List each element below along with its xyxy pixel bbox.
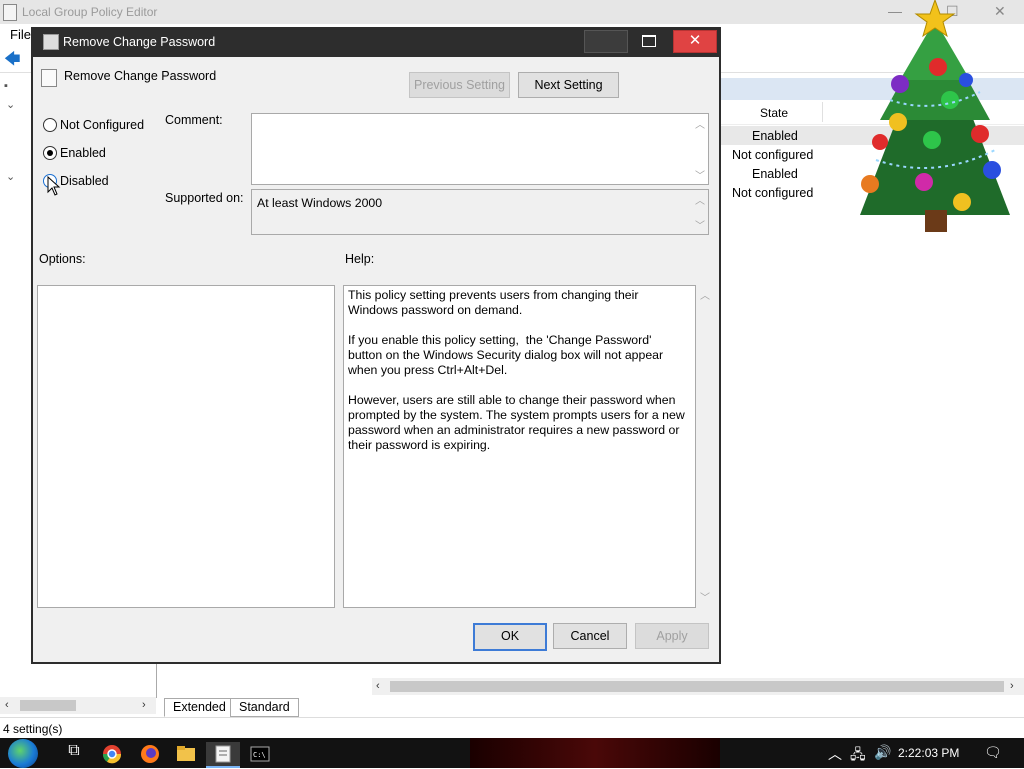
scroll-up-icon[interactable]: ︿ [700, 287, 710, 302]
firefox-icon[interactable] [136, 742, 164, 766]
expand-chevron-icon[interactable]: ⌄ [6, 98, 15, 111]
state-column-label: State [760, 106, 789, 120]
background-window-title: Local Group Policy Editor [22, 5, 158, 19]
svg-text:C:\: C:\ [253, 751, 266, 759]
supported-on-field: At least Windows 2000 ︿ ﹀ [251, 189, 709, 235]
dialog-title: Remove Change Password [63, 35, 216, 49]
scroll-left-icon[interactable]: ‹ [5, 699, 9, 711]
help-scrollbar[interactable]: ︿ ﹀ [697, 285, 713, 606]
help-text: This policy setting prevents users from … [348, 288, 685, 452]
status-bar: 4 setting(s) [0, 717, 1024, 739]
cancel-button[interactable]: Cancel [553, 623, 627, 649]
expand-chevron-icon[interactable]: ⌄ [6, 170, 15, 183]
scroll-down-icon[interactable]: ﹀ [700, 589, 710, 604]
start-button[interactable] [8, 739, 38, 768]
comment-field[interactable]: ︿ ﹀ [251, 113, 709, 185]
show-hidden-icons-icon[interactable]: ︿ [828, 744, 842, 764]
help-pane: This policy setting prevents users from … [343, 285, 696, 608]
tab-extended[interactable]: Extended [164, 698, 235, 717]
tree-horizontal-scrollbar[interactable]: ‹ › [0, 697, 156, 714]
policy-dialog: Remove Change Password ✕ Remove Change P… [31, 27, 721, 664]
policy-setting-icon [41, 69, 57, 87]
supported-on-label: Supported on: [165, 191, 244, 205]
scroll-down-icon[interactable]: ﹀ [695, 217, 705, 232]
next-setting-button[interactable]: Next Setting [518, 72, 619, 98]
comment-label: Comment: [165, 113, 223, 127]
scroll-right-icon[interactable]: › [142, 699, 146, 711]
scroll-down-icon[interactable]: ﹀ [695, 167, 705, 182]
minimize-button[interactable] [584, 30, 628, 53]
enabled-label[interactable]: Enabled [60, 146, 106, 160]
tab-standard[interactable]: Standard [230, 698, 299, 717]
supported-scrollbar[interactable]: ︿ ﹀ [692, 190, 708, 234]
disabled-label[interactable]: Disabled [60, 174, 109, 188]
taskbar: ⧉ C:\ ︿ 🖧 🔊 2:22:03 PM 🗨 [0, 738, 1024, 768]
options-pane [37, 285, 335, 608]
apply-button[interactable]: Apply [635, 623, 709, 649]
maximize-button[interactable] [628, 30, 670, 51]
scroll-right-icon[interactable]: › [1010, 680, 1014, 692]
task-view-icon[interactable]: ⧉ [60, 742, 88, 766]
scroll-up-icon[interactable]: ︿ [695, 192, 705, 207]
view-tabs: Extended Standard [160, 697, 1024, 717]
chrome-icon[interactable] [98, 742, 126, 766]
close-icon: ✕ [688, 32, 702, 49]
file-explorer-icon[interactable] [172, 742, 200, 766]
scroll-up-icon[interactable]: ︿ [695, 116, 705, 131]
state-value: Enabled [752, 129, 798, 143]
status-text: 4 setting(s) [3, 722, 63, 736]
state-value: Not configured [732, 148, 814, 162]
ok-button[interactable]: OK [473, 623, 547, 651]
tree-pane: ▪ ⌄ ⌄ [0, 72, 30, 662]
comment-scrollbar[interactable]: ︿ ﹀ [692, 114, 708, 184]
volume-icon[interactable]: 🔊 [874, 744, 891, 761]
policy-editor-taskbar-icon[interactable] [206, 742, 240, 768]
policy-editor-icon [3, 4, 17, 21]
scroll-thumb[interactable] [390, 681, 1004, 692]
taskbar-background-art [470, 738, 720, 768]
back-arrow-icon[interactable]: 🡄 [4, 48, 21, 75]
previous-setting-button[interactable]: Previous Setting [409, 72, 510, 98]
not-configured-label[interactable]: Not Configured [60, 118, 144, 132]
menu-file[interactable]: File [10, 27, 31, 42]
tree-node-icon[interactable]: ▪ [4, 80, 8, 92]
christmas-tree-decoration [860, 0, 1010, 232]
options-label: Options: [39, 252, 86, 266]
maximize-icon [642, 35, 656, 47]
dialog-body: Remove Change Password Previous Setting … [33, 57, 719, 662]
network-icon[interactable]: 🖧 [850, 744, 866, 768]
help-label: Help: [345, 252, 375, 266]
scroll-thumb[interactable] [20, 700, 76, 711]
scroll-left-icon[interactable]: ‹ [376, 680, 380, 692]
supported-on-value: At least Windows 2000 [257, 196, 383, 210]
pane-splitter[interactable] [156, 662, 161, 698]
policy-name: Remove Change Password [64, 69, 217, 83]
command-prompt-icon[interactable]: C:\ [246, 742, 274, 766]
mouse-cursor-icon [47, 176, 61, 196]
state-value: Enabled [752, 167, 798, 181]
enabled-radio[interactable] [43, 146, 57, 160]
column-separator[interactable] [822, 102, 823, 122]
state-value: Not configured [732, 186, 814, 200]
taskbar-clock[interactable]: 2:22:03 PM [898, 746, 959, 760]
list-horizontal-scrollbar[interactable]: ‹ › [372, 678, 1024, 695]
close-button[interactable]: ✕ [673, 30, 717, 53]
not-configured-radio[interactable] [43, 118, 57, 132]
action-center-icon[interactable]: 🗨 [984, 744, 1002, 761]
policy-icon [43, 34, 59, 50]
